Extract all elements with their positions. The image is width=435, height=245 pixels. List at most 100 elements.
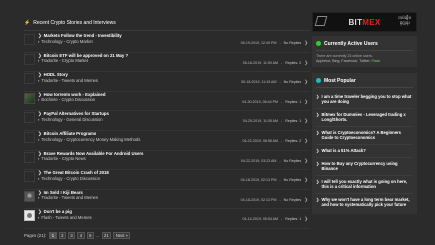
story-replies[interactable]: No Replies: [284, 178, 302, 182]
go-arrow-icon[interactable]: ❯: [304, 79, 308, 85]
go-arrow-icon[interactable]: ❯: [304, 216, 308, 222]
popular-item[interactable]: ❯ What is a 51% Attack?: [316, 145, 413, 158]
popular-item-title[interactable]: Why we won't have a long term bear marke…: [322, 197, 413, 208]
story-meta: 05-19-2019, 12:49 PM - No Replies ❯: [241, 40, 308, 46]
story-forum-link[interactable]: Technology - Cryptocurrency Money Making…: [41, 137, 140, 143]
story-thumbnail[interactable]: [24, 112, 35, 124]
story-forum-link[interactable]: Bochinte - Crypto Discussion: [41, 97, 95, 103]
page-1[interactable]: 1: [49, 232, 57, 239]
go-arrow-icon[interactable]: ❯: [304, 40, 308, 46]
story-replies[interactable]: Replies: 1: [285, 119, 301, 123]
page-2[interactable]: 2: [58, 232, 66, 239]
dash: -: [279, 197, 281, 202]
popular-item-title[interactable]: How to Buy any Cryptocurrency using Bina…: [322, 161, 413, 172]
go-arrow-icon[interactable]: ❯: [304, 138, 308, 144]
story-row[interactable]: ❯ Bitcoin Affiliate Programs ▪ Technology -…: [24, 131, 310, 151]
story-replies[interactable]: No Replies: [284, 198, 302, 202]
story-forum-link[interactable]: Tradorite - Tweets and Memes: [41, 195, 98, 201]
story-row[interactable]: ❯ Markets Follow the trend - Investibilit…: [24, 33, 310, 53]
panel-divider: [316, 50, 413, 51]
popular-dot-icon: [316, 78, 321, 83]
story-row[interactable]: ❯ Im Sold ! Kiji Bears ▪ Tradorite - Tweets…: [24, 190, 310, 210]
story-row[interactable]: ❯ Brave Rewards Now Available For Android…: [24, 151, 310, 171]
chevron-right-icon: ❯: [316, 178, 320, 184]
pager-ellipsis: ...: [95, 233, 100, 238]
story-meta: 04-22-2019, 03:23 AM - No Replies ❯: [241, 158, 308, 164]
story-forum-link[interactable]: Technology - Crypto Discussion: [41, 176, 100, 182]
go-arrow-icon[interactable]: ❯: [304, 99, 308, 105]
sidebar: BITMEX ចាប់ផ្តើម ជួញដូរ Currently Active…: [312, 12, 417, 242]
go-arrow-icon[interactable]: ❯: [304, 177, 308, 183]
dash: -: [281, 138, 283, 143]
folder-icon: ▪: [38, 116, 40, 122]
popular-item-title[interactable]: What is Cryptoeconomics? A Beginners Gui…: [322, 130, 413, 141]
story-forum-link[interactable]: Technology - Crypto Market: [41, 39, 92, 45]
popular-item[interactable]: ❯ How to Buy any Cryptocurrency using Bin…: [316, 158, 413, 176]
story-replies[interactable]: Replies: 2: [285, 139, 301, 143]
story-date: 05-18-2019, 11:43 AM: [241, 80, 277, 85]
go-arrow-icon[interactable]: ❯: [304, 118, 308, 124]
story-forum-link[interactable]: Tradorite - Crypto Market: [41, 58, 88, 64]
section-header: ⚡ Recent Crypto Stories and Interviews: [24, 18, 310, 28]
row-divider: [24, 227, 310, 229]
online-user-link[interactable]: Flash: [371, 59, 380, 63]
next-page-button[interactable]: Next »: [113, 232, 131, 239]
popular-item-title[interactable]: I will tell you exactly what is going on…: [322, 179, 413, 190]
story-thumbnail[interactable]: [24, 34, 35, 45]
story-row[interactable]: ❯ How torrents work - Explained ▪ Bochinte …: [24, 92, 310, 112]
page-last[interactable]: 21: [101, 232, 112, 239]
story-date: 04-18-2019, 02:13 PM: [240, 178, 277, 183]
story-forum-link[interactable]: Flash - Tweets and Memes: [41, 215, 91, 221]
story-row[interactable]: ❯ Bitcoin ETF will be approved on 21 May …: [24, 53, 310, 73]
folder-icon: ▪: [38, 195, 40, 201]
page-5[interactable]: 5: [86, 232, 94, 239]
popular-item[interactable]: ❯ Bitmex for Dummies - Leveraged trading …: [316, 109, 413, 127]
popular-item[interactable]: ❯ I will tell you exactly what is going o…: [316, 176, 413, 194]
story-thumbnail[interactable]: [24, 131, 35, 143]
story-thumbnail[interactable]: [24, 210, 35, 222]
story-list: ❯ Markets Follow the trend - Investibilit…: [24, 33, 310, 229]
story-row[interactable]: ❯ The Great Bitcoin Crash of 2018 ▪ Technol…: [24, 170, 310, 190]
page-4[interactable]: 4: [77, 232, 85, 239]
dash: -: [281, 119, 283, 124]
story-row[interactable]: ❯ Don't be a pig ▪ Flash - Tweets and Memes…: [24, 209, 310, 229]
story-thumbnail[interactable]: [24, 53, 35, 65]
popular-item-title[interactable]: What is a 51% Attack?: [322, 148, 366, 153]
popular-item-title[interactable]: Bitmex for Dummies - Leveraged trading x…: [322, 112, 413, 123]
bitmex-banner-ad[interactable]: BITMEX ចាប់ផ្តើម ជួញដូរ: [312, 12, 417, 32]
folder-icon: ▪: [38, 58, 40, 64]
story-replies[interactable]: Replies: 1: [285, 100, 301, 104]
story-meta: 04-18-2019, 02:13 PM - No Replies ❯: [241, 197, 308, 203]
popular-item[interactable]: ❯ Why we won't have a long term bear mark…: [316, 194, 413, 211]
story-replies[interactable]: No Replies: [284, 159, 302, 163]
story-date: 04-25-2019, 11:05 AM: [242, 119, 279, 124]
popular-item[interactable]: ❯ I am a time traveler begging you to sto…: [316, 91, 413, 109]
story-replies[interactable]: No Replies: [284, 80, 302, 84]
story-forum-link[interactable]: Tradorite - Tweets and Memes: [41, 78, 98, 84]
story-thumbnail[interactable]: [24, 171, 35, 183]
folder-icon: ▪: [38, 77, 40, 83]
story-thumbnail[interactable]: [24, 73, 35, 85]
go-arrow-icon[interactable]: ❯: [304, 60, 308, 66]
story-replies[interactable]: No Replies: [284, 41, 302, 45]
story-replies[interactable]: Replies: 2: [285, 61, 301, 65]
story-row[interactable]: ❯ HODL Story ▪ Tradorite - Tweets and Memes…: [24, 72, 310, 92]
popular-item-title[interactable]: I am a time traveler begging you to stop…: [322, 94, 413, 105]
story-date: 04-14-2019, 05:54 AM: [242, 217, 279, 222]
popular-item[interactable]: ❯ What is Cryptoeconomics? A Beginners Gu…: [316, 127, 413, 145]
story-forum-link[interactable]: Technology - General Discussion: [41, 117, 102, 123]
popular-list: ❯ I am a time traveler begging you to sto…: [316, 91, 413, 211]
story-row[interactable]: ❯ PayPal Alternatives for Startups ▪ Techno…: [24, 111, 310, 131]
chevron-right-icon: ❯: [316, 130, 320, 135]
story-replies[interactable]: Replies: 1: [285, 217, 301, 221]
story-thumbnail[interactable]: [24, 92, 35, 104]
go-arrow-icon[interactable]: ❯: [304, 158, 308, 164]
story-thumbnail[interactable]: [24, 190, 35, 202]
go-arrow-icon[interactable]: ❯: [304, 197, 308, 203]
online-dot-icon: [316, 41, 321, 46]
dash: -: [279, 178, 281, 183]
story-forum-link[interactable]: Tradorite - Crypto News: [41, 156, 85, 162]
story-thumbnail[interactable]: [24, 151, 35, 163]
page-3[interactable]: 3: [67, 232, 76, 239]
bolt-icon: ⚡: [24, 20, 31, 26]
